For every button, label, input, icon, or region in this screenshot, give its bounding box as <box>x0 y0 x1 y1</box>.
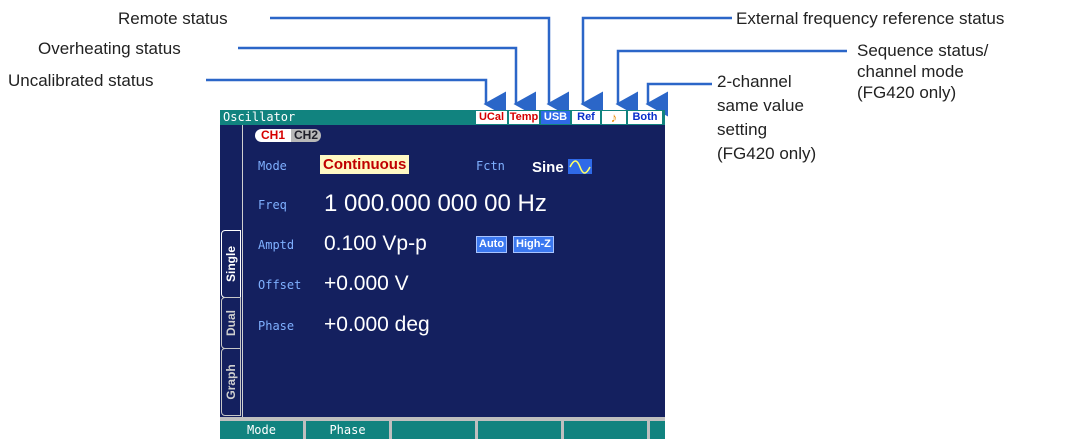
offset-value[interactable]: +0.000 V <box>324 273 409 294</box>
ucal-status-badge: UCal <box>476 111 507 124</box>
phase-value[interactable]: +0.000 deg <box>324 314 430 335</box>
mode-label: Mode <box>258 159 287 173</box>
tab-single-label: Single <box>224 245 238 283</box>
leader-overheating <box>238 46 536 117</box>
high-z-load-chip[interactable]: High-Z <box>513 236 554 253</box>
temp-status-badge: Temp <box>509 111 539 124</box>
function-value[interactable]: Sine <box>532 160 564 175</box>
amptd-label: Amptd <box>258 238 295 252</box>
screen-title: Oscillator <box>223 110 296 124</box>
tab-graph-label: Graph <box>224 364 238 400</box>
sequence-status-icon: ♪ <box>602 111 626 124</box>
softkey-6[interactable] <box>650 421 665 439</box>
freq-value[interactable]: 1 000.000 000 00 Hz <box>324 192 547 216</box>
amptd-value[interactable]: 0.100 Vp-p <box>324 233 427 254</box>
title-bar: Oscillator UCal Temp USB Ref ♪ Both <box>220 110 665 125</box>
softkey-bar: Mode Phase <box>220 417 665 439</box>
tab-graph[interactable]: Graph <box>221 348 241 416</box>
both-status-badge: Both <box>628 111 662 124</box>
tab-dual-label: Dual <box>224 309 238 337</box>
fctn-label: Fctn <box>476 159 505 173</box>
tab-ch1[interactable]: CH1 <box>255 129 291 142</box>
leader-external-ref <box>580 16 732 117</box>
leader-remote <box>270 16 569 117</box>
offset-label: Offset <box>258 278 302 292</box>
sine-wave-icon <box>568 159 592 174</box>
ref-status-badge: Ref <box>572 111 600 124</box>
tab-ch2[interactable]: CH2 <box>291 129 321 142</box>
softkey-2[interactable]: Phase <box>306 421 389 439</box>
softkey-3[interactable] <box>392 421 475 439</box>
side-tab-bar: Single Dual Graph <box>220 125 242 417</box>
leader-sequence <box>615 49 847 117</box>
usb-status-badge: USB <box>541 111 570 124</box>
phase-label: Phase <box>258 319 295 333</box>
leader-uncalibrated <box>206 78 506 117</box>
softkey-5[interactable] <box>564 421 647 439</box>
settings-panel: CH1 CH2 <box>242 125 665 417</box>
softkey-1[interactable]: Mode <box>220 421 303 439</box>
tab-single[interactable]: Single <box>221 230 241 298</box>
mode-value[interactable]: Continuous <box>320 155 410 174</box>
leader-same-value <box>645 82 712 117</box>
oscillator-screen: Oscillator UCal Temp USB Ref ♪ Both Sing… <box>220 110 665 439</box>
tab-dual[interactable]: Dual <box>221 297 241 349</box>
auto-range-chip[interactable]: Auto <box>476 236 508 253</box>
softkey-4[interactable] <box>478 421 561 439</box>
freq-label: Freq <box>258 198 287 212</box>
